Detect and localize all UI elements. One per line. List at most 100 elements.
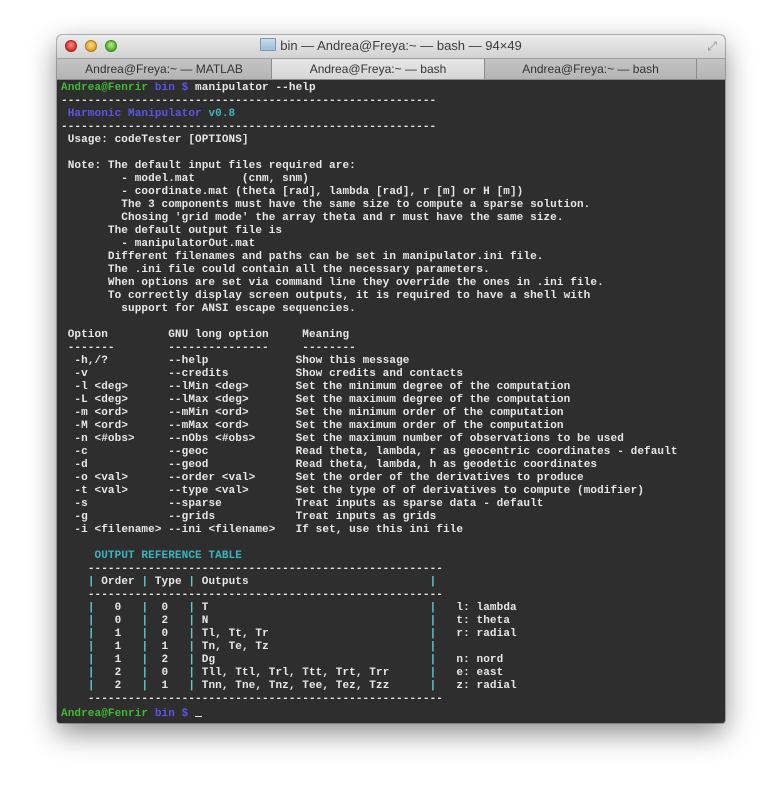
tab-bash[interactable]: Andrea@Freya:~ — bash	[485, 59, 697, 79]
tab-bash-active[interactable]: Andrea@Freya:~ — bash	[272, 59, 485, 79]
separator: ----------------------------------------…	[61, 95, 437, 107]
terminal-output[interactable]: Andrea@Fenrir bin $ manipulator --help -…	[57, 80, 725, 723]
options-header-long: GNU long option	[168, 329, 303, 341]
row-type: 0	[148, 667, 189, 679]
rule-text: ----------------------------------------…	[87, 693, 443, 705]
row-legend: z: radial	[436, 680, 517, 692]
option-meaning: Set the maximum degree of the computatio…	[295, 394, 571, 406]
option-short: -l <deg>	[74, 381, 169, 393]
option-row: -t <val> --type <val> Set the type of of…	[61, 485, 725, 498]
ref-table-row: | 0 | 2 | N | t: theta	[61, 615, 725, 628]
note-line: The .ini file could contain all the nece…	[61, 264, 490, 276]
option-row: -M <ord> --mMax <ord> Set the maximum or…	[61, 420, 725, 433]
option-meaning: Treat inputs as grids	[295, 511, 437, 523]
option-long: --mMin <ord>	[168, 407, 296, 419]
table-pipe: |	[429, 576, 437, 588]
row-order: 1	[94, 641, 142, 653]
options-header-underline: ------- --------------- --------	[61, 342, 725, 355]
option-row: -v --credits Show credits and contacts	[61, 368, 725, 381]
prompt-line[interactable]: Andrea@Fenrir bin $	[61, 706, 725, 720]
option-row: -L <deg> --lMax <deg> Set the maximum de…	[61, 394, 725, 407]
options-header: Option GNU long option Meaning	[61, 329, 725, 342]
row-order: 0	[94, 615, 142, 627]
option-long: --geod	[168, 459, 296, 471]
fullscreen-icon[interactable]: ⤢	[705, 39, 719, 53]
option-long: --credits	[168, 368, 296, 380]
option-long: --nObs <#obs>	[168, 433, 296, 445]
table-pipe: |	[87, 680, 95, 692]
window-title: bin — Andrea@Freya:~ — bash — 94×49	[57, 38, 725, 53]
ref-table-row: | 2 | 0 | Tll, Ttl, Trl, Ttt, Trt, Trr |…	[61, 667, 725, 680]
notes-block: Note: The default input files required a…	[61, 160, 725, 316]
option-short: -h,/?	[74, 355, 169, 367]
option-meaning: Set the maximum number of observations t…	[295, 433, 624, 445]
cursor	[195, 706, 203, 717]
option-short: -i <filename>	[74, 524, 169, 536]
option-meaning: Show credits and contacts	[295, 368, 464, 380]
ref-table-title: OUTPUT REFERENCE TABLE	[94, 550, 242, 562]
banner: Harmonic Manipulator v0.8	[61, 108, 725, 121]
row-legend: l: lambda	[436, 602, 517, 614]
row-order: 2	[94, 680, 142, 692]
row-outputs: Tn, Te, Tz	[195, 641, 430, 653]
table-pipe: |	[87, 602, 95, 614]
table-pipe: |	[87, 628, 95, 640]
option-meaning: Read theta, lambda, h as geodetic coordi…	[295, 459, 598, 471]
row-order: 0	[94, 602, 142, 614]
underline-meaning: --------	[302, 342, 356, 354]
window-title-text: bin — Andrea@Freya:~ — bash — 94×49	[280, 38, 522, 53]
row-legend: e: east	[436, 667, 504, 679]
row-type: 2	[148, 654, 189, 666]
note-line: Note: The default input files required a…	[61, 160, 356, 172]
option-long: --ini <filename>	[168, 524, 296, 536]
note-line: The default output file is	[61, 225, 283, 237]
option-meaning: Show this message	[295, 355, 410, 367]
options-list: -h,/? --help Show this message -v --cred…	[61, 355, 725, 537]
prompt-symbol: $	[181, 708, 189, 720]
option-long: --grids	[168, 511, 296, 523]
note-line: Chosing 'grid mode' the array theta and …	[61, 212, 564, 224]
row-outputs: T	[195, 602, 430, 614]
option-long: --help	[168, 355, 296, 367]
option-long: --sparse	[168, 498, 296, 510]
option-meaning: Set the minimum order of the computation	[295, 407, 564, 419]
option-short: -s	[74, 498, 169, 510]
command-line: Andrea@Fenrir bin $ manipulator --help	[61, 82, 725, 95]
row-type: 1	[148, 641, 189, 653]
tab-matlab[interactable]: Andrea@Freya:~ — MATLAB	[57, 59, 272, 79]
option-row: -l <deg> --lMin <deg> Set the minimum de…	[61, 381, 725, 394]
note-line: - manipulatorOut.mat	[61, 238, 256, 250]
row-legend: t: theta	[436, 615, 511, 627]
option-long: --type <val>	[168, 485, 296, 497]
options-header-meaning: Meaning	[302, 329, 350, 341]
option-short: -t <val>	[74, 485, 169, 497]
option-row: -g --grids Treat inputs as grids	[61, 511, 725, 524]
row-type: 1	[148, 680, 189, 692]
row-outputs: Dg	[195, 654, 430, 666]
row-outputs: Tnn, Tne, Tnz, Tee, Tez, Tzz	[195, 680, 430, 692]
title-bar[interactable]: bin — Andrea@Freya:~ — bash — 94×49 ⤢	[57, 35, 725, 59]
option-short: -d	[74, 459, 169, 471]
table-pipe: |	[87, 667, 95, 679]
option-row: -d --geod Read theta, lambda, h as geode…	[61, 459, 725, 472]
table-pipe: |	[87, 576, 95, 588]
option-long: --geoc	[168, 446, 296, 458]
ref-table-rows: | 0 | 0 | T | l: lambda | 0 | 2 | N | t:…	[61, 602, 725, 693]
option-meaning: Set the maximum order of the computation	[295, 420, 564, 432]
row-legend: n: nord	[436, 654, 504, 666]
banner-name: Harmonic Manipulator	[67, 108, 202, 120]
option-short: -o <val>	[74, 472, 169, 484]
prompt-user-host: Andrea@Fenrir	[61, 708, 149, 720]
option-row: -o <val> --order <val> Set the order of …	[61, 472, 725, 485]
table-pipe: |	[87, 654, 95, 666]
header-type: Type	[148, 576, 189, 588]
ref-table-title-line: OUTPUT REFERENCE TABLE	[61, 550, 725, 563]
option-meaning: Set the type of of derivatives to comput…	[295, 485, 645, 497]
option-long: --lMin <deg>	[168, 381, 296, 393]
row-outputs: Tl, Tt, Tr	[195, 628, 430, 640]
note-line: The 3 components must have the same size…	[61, 199, 591, 211]
ref-table-rule: ----------------------------------------…	[61, 693, 725, 706]
option-short: -m <ord>	[74, 407, 169, 419]
